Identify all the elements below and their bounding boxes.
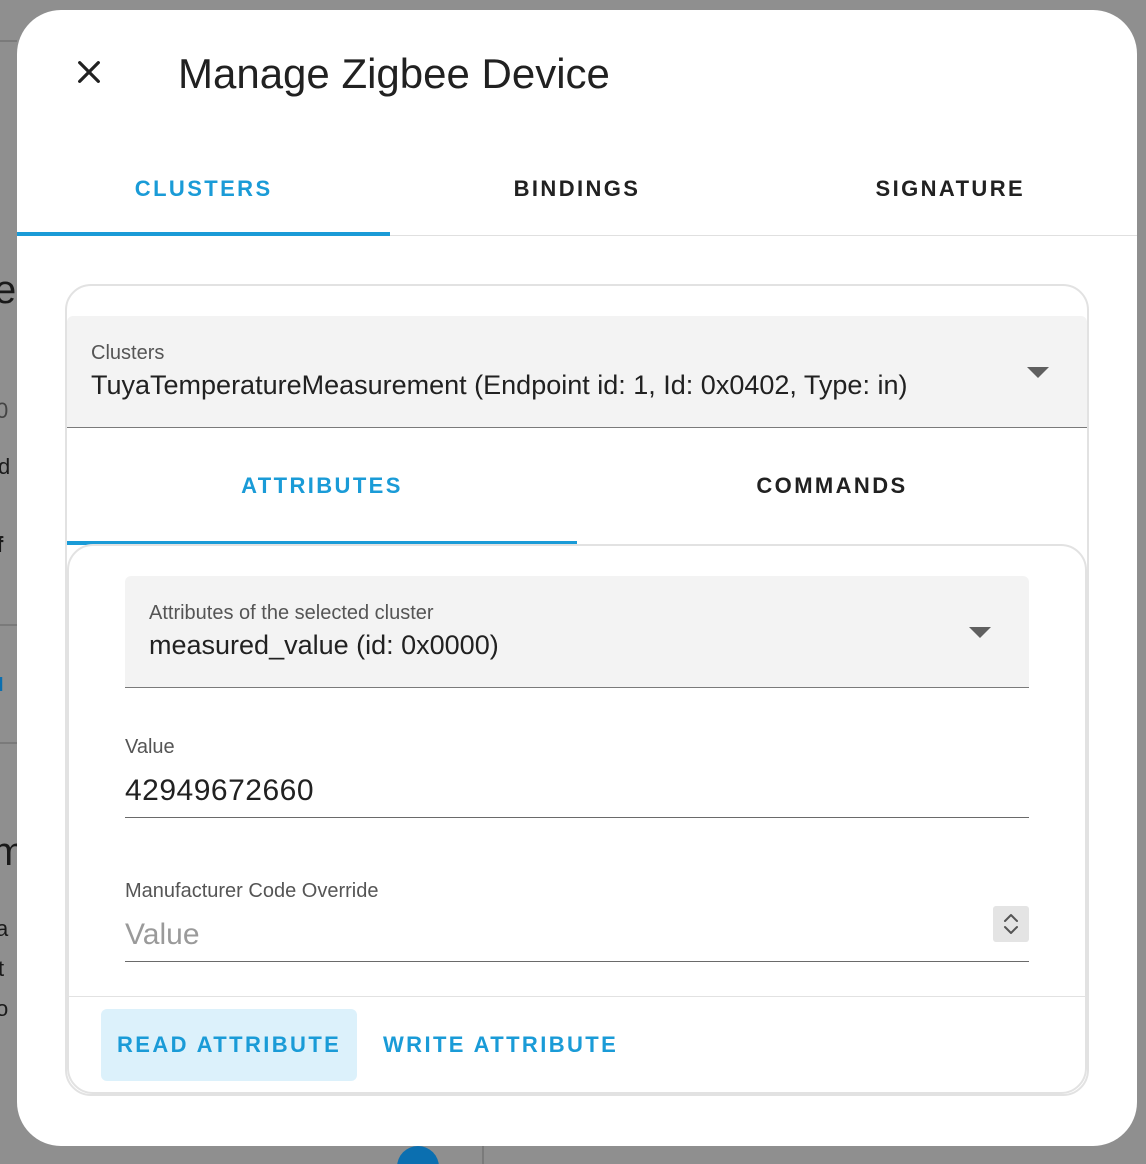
- clusters-select[interactable]: Clusters TuyaTemperatureMeasurement (End…: [67, 316, 1087, 428]
- background-divider: [482, 1146, 484, 1164]
- clusters-select-value: TuyaTemperatureMeasurement (Endpoint id:…: [91, 370, 908, 400]
- attributes-select-value: measured_value (id: 0x0000): [149, 630, 499, 660]
- tab-commands[interactable]: COMMANDS: [577, 428, 1087, 544]
- tab-clusters[interactable]: CLUSTERS: [17, 150, 391, 236]
- dropdown-arrow-icon: [969, 627, 991, 638]
- tab-attributes[interactable]: ATTRIBUTES: [67, 428, 577, 545]
- background-divider: [0, 40, 17, 42]
- tab-signature[interactable]: SIGNATURE: [764, 150, 1137, 235]
- manufacturer-code-input[interactable]: Value: [125, 918, 200, 952]
- clusters-card: Clusters TuyaTemperatureMeasurement (End…: [65, 284, 1089, 1096]
- background-text-fragment: f: [0, 532, 3, 558]
- write-attribute-button[interactable]: WRITE ATTRIBUTE: [367, 1009, 634, 1081]
- clusters-select-label: Clusters: [91, 342, 165, 364]
- dialog-title: Manage Zigbee Device: [178, 50, 610, 97]
- cluster-tabs: ATTRIBUTES COMMANDS: [67, 428, 1087, 545]
- spinner-icon: [1004, 914, 1018, 934]
- manufacturer-code-field[interactable]: Manufacturer Code Override Value: [125, 880, 1029, 962]
- tab-bindings[interactable]: BINDINGS: [390, 150, 763, 235]
- close-button[interactable]: [67, 50, 111, 94]
- background-text-fragment: t: [0, 956, 5, 981]
- background-text-fragment: e: [0, 268, 17, 312]
- attributes-select-label: Attributes of the selected cluster: [149, 602, 434, 624]
- background-text-fragment: o: [0, 996, 9, 1021]
- device-tabs: CLUSTERS BINDINGS SIGNATURE: [17, 150, 1137, 236]
- value-field-input[interactable]: 42949672660: [125, 774, 314, 808]
- attribute-actions: READ ATTRIBUTE WRITE ATTRIBUTE: [69, 996, 1085, 1092]
- dropdown-arrow-icon: [1027, 367, 1049, 378]
- attributes-select[interactable]: Attributes of the selected cluster measu…: [125, 576, 1029, 688]
- attributes-card: Attributes of the selected cluster measu…: [67, 544, 1087, 1094]
- background-text-fragment: I: [0, 674, 4, 696]
- background-text-fragment: 0: [0, 398, 9, 423]
- manage-zigbee-device-dialog: Manage Zigbee Device CLUSTERS BINDINGS S…: [17, 10, 1137, 1146]
- background-add-button: [397, 1146, 439, 1164]
- background-text-fragment: a: [0, 916, 9, 941]
- background-divider: [0, 742, 17, 744]
- close-icon: [78, 61, 100, 83]
- value-field-label: Value: [125, 736, 175, 758]
- number-spinner[interactable]: [993, 906, 1029, 942]
- background-text-fragment: d: [0, 454, 11, 479]
- value-field[interactable]: Value 42949672660: [125, 736, 1029, 818]
- read-attribute-button[interactable]: READ ATTRIBUTE: [101, 1009, 358, 1081]
- background-divider: [0, 624, 17, 626]
- manufacturer-code-label: Manufacturer Code Override: [125, 880, 379, 902]
